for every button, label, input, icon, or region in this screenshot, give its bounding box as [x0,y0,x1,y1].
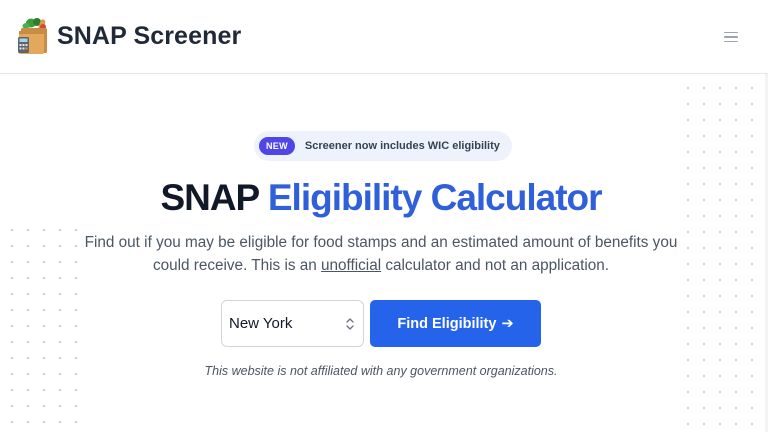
find-eligibility-button[interactable]: Find Eligibility ➔ [370,300,541,347]
brand-name: SNAP Screener [57,21,242,50]
disclaimer-text: This website is not affiliated with any … [204,364,558,378]
site-header: SNAP Screener [0,0,768,74]
subtitle-text-end: calculator and not an application. [381,257,610,274]
new-pill: NEW [259,137,295,155]
title-snap: SNAP [160,177,259,218]
announcement-badge[interactable]: NEW Screener now includes WIC eligibilit… [254,131,512,161]
page-title: SNAP Eligibility Calculator [0,174,762,222]
announcement-text: Screener now includes WIC eligibility [304,140,500,152]
find-eligibility-label: Find Eligibility [397,315,497,332]
grocery-bag-icon [18,18,47,54]
state-select-value: New York [229,315,293,332]
subtitle-unofficial: unofficial [321,257,382,274]
brand-link[interactable]: SNAP Screener [17,16,241,56]
state-select[interactable]: New York [221,300,364,347]
dot-pattern-right [680,80,762,432]
title-eligibility-calculator: Eligibility Calculator [267,177,603,218]
select-chevron-icon [346,318,354,330]
page-subtitle: Find out if you may be eligible for food… [80,231,682,277]
hamburger-menu-icon[interactable] [720,27,742,47]
arrow-right-icon: ➔ [501,315,514,332]
page: SNAP Screener NEW Screener now includes … [0,0,768,432]
dot-pattern-left [4,222,80,432]
